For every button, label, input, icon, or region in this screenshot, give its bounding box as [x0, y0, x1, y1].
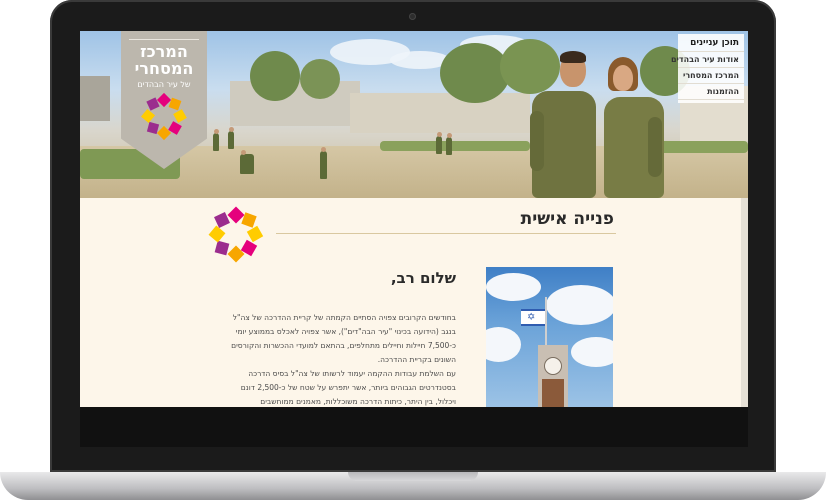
- nav-item-toc[interactable]: תוכן עניינים: [678, 36, 744, 52]
- clock-icon: [544, 357, 562, 375]
- nav-item-orders[interactable]: ההזמנות: [678, 84, 744, 100]
- israel-flag-icon: ✡: [521, 309, 545, 326]
- flower-logo-icon: [140, 92, 187, 141]
- page-scrollbar[interactable]: [741, 198, 748, 407]
- laptop-notch: [348, 472, 478, 481]
- browser-viewport: המרכז המסחרי של עיר הבהדים תוכן עניינים …: [80, 31, 748, 407]
- paragraph-2: עם השלמת עבודות ההקמה יעמוד לרשותו של צה…: [240, 369, 456, 406]
- nav-item-about[interactable]: אודות עיר הבהדים: [671, 52, 744, 68]
- paragraph-1: בחודשים הקרובים צפויה הסתיים הקמתה של קר…: [231, 313, 456, 364]
- soldier-male: [530, 51, 600, 198]
- logo-subtitle: של עיר הבהדים: [137, 80, 191, 89]
- logo-title: המרכז המסחרי: [134, 42, 194, 78]
- soldier-female: [600, 57, 668, 198]
- nav-item-commercial-center[interactable]: המרכז המסחרי: [678, 68, 744, 84]
- page-title: פנייה אישית: [520, 209, 614, 229]
- flower-logo-icon: [208, 206, 264, 263]
- clock-tower-photo: ✡: [486, 267, 613, 407]
- top-navigation: תוכן עניינים אודות עיר הבהדים המרכז המסח…: [671, 34, 744, 103]
- screen-bezel: [80, 407, 748, 447]
- camera-icon: [409, 13, 416, 20]
- greeting: שלום רב,: [390, 269, 456, 287]
- heading-divider: [276, 233, 616, 234]
